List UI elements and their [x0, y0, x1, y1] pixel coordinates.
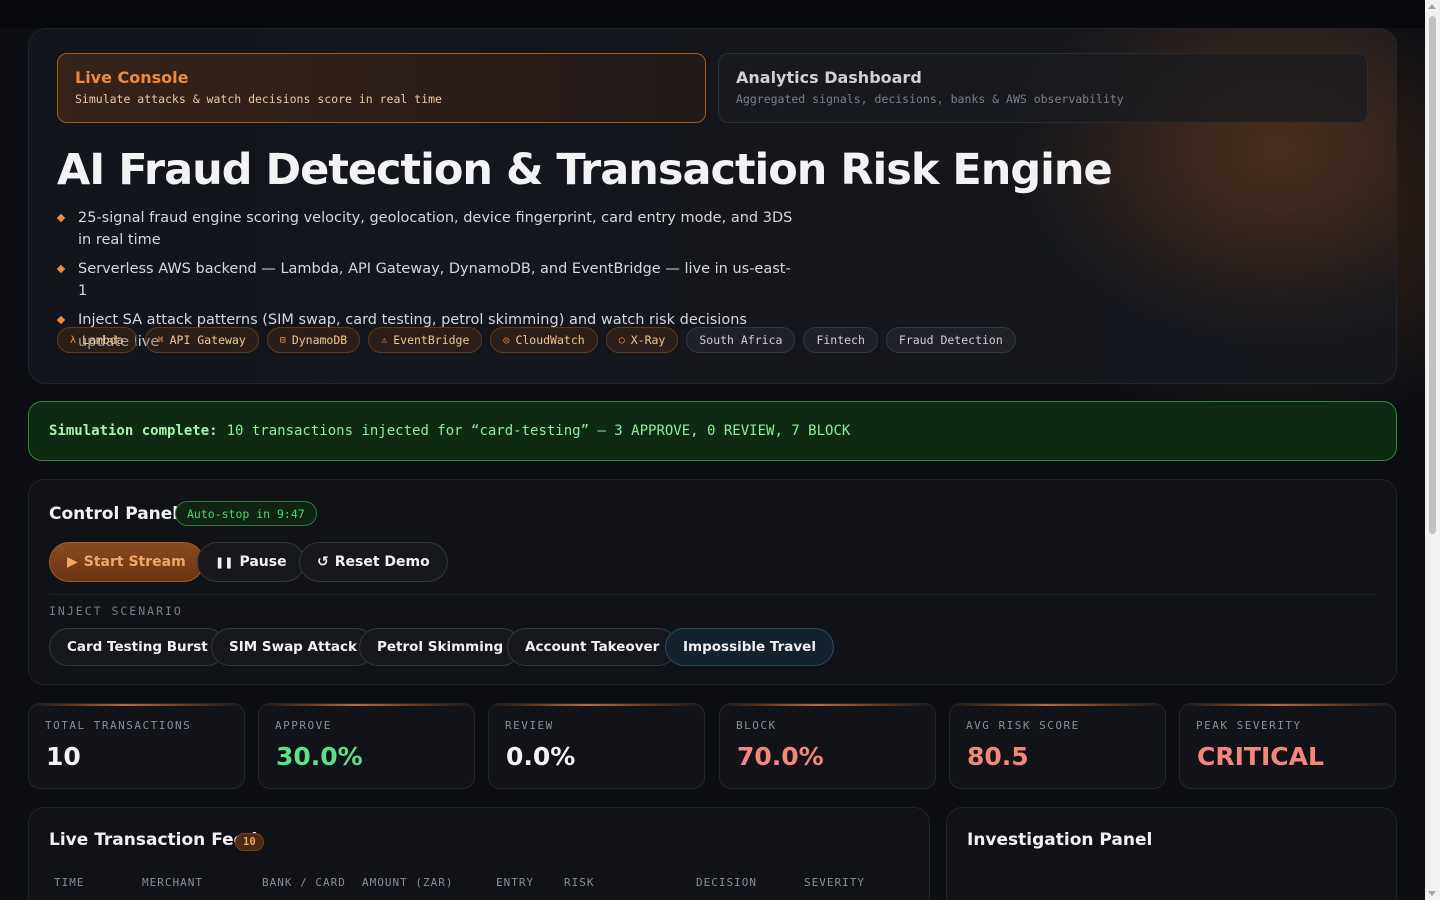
page-title: AI Fraud Detection & Transaction Risk En… [57, 145, 1113, 195]
scenario-impossible-travel-button[interactable]: Impossible Travel [665, 628, 834, 666]
page: Live Console Simulate attacks & watch de… [0, 28, 1425, 900]
stat-label: TOTAL TRANSACTIONS [45, 719, 192, 732]
tab-analytics-dashboard[interactable]: Analytics Dashboard Aggregated signals, … [718, 53, 1368, 123]
stat-value: 30.0% [276, 742, 363, 771]
stat-label: PEAK SEVERITY [1196, 719, 1302, 732]
column-header-risk[interactable]: RISK [564, 876, 595, 889]
tab-live-title: Live Console [75, 68, 189, 87]
database-icon: ⊟ [279, 334, 286, 346]
xray-icon: ○ [618, 334, 625, 346]
stat-avg-risk-score: AVG RISK SCORE 80.5 [949, 703, 1166, 789]
reset-demo-label: Reset Demo [334, 554, 430, 570]
stat-peak-severity: PEAK SEVERITY CRITICAL [1179, 703, 1396, 789]
stat-review: REVIEW 0.0% [488, 703, 705, 789]
divider [49, 594, 1378, 595]
stat-label: REVIEW [505, 719, 554, 732]
page-scrollbar[interactable] [1425, 0, 1440, 900]
banner-message: 10 transactions injected for “card-testi… [226, 423, 851, 439]
stat-label: APPROVE [275, 719, 332, 732]
start-stream-label: Start Stream [83, 554, 186, 570]
column-header-severity[interactable]: SEVERITY [804, 876, 865, 889]
stat-total-transactions: TOTAL TRANSACTIONS 10 [28, 703, 245, 789]
column-header-decision[interactable]: DECISION [696, 876, 757, 889]
scenario-card-testing-button[interactable]: Card Testing Burst [49, 628, 226, 666]
stat-label: BLOCK [736, 719, 777, 732]
stat-block: BLOCK 70.0% [719, 703, 936, 789]
control-panel-title: Control Panel [49, 504, 179, 524]
scenario-account-takeover-button[interactable]: Account Takeover [507, 628, 678, 666]
tag-label: API Gateway [169, 333, 246, 347]
reset-icon: ↺ [317, 554, 329, 570]
eventbridge-icon: ⚠ [381, 334, 388, 346]
tag-lambda: λ Lambda [57, 327, 137, 353]
tag-label: DynamoDB [291, 333, 348, 347]
hero-panel: Live Console Simulate attacks & watch de… [28, 28, 1397, 384]
investigation-panel: Investigation Panel [946, 807, 1397, 900]
stat-value: CRITICAL [1197, 742, 1324, 771]
tab-analytics-subtitle: Aggregated signals, decisions, banks & A… [736, 92, 1124, 106]
tag-xray: ○ X-Ray [605, 327, 679, 353]
reset-demo-button[interactable]: ↺ Reset Demo [299, 542, 448, 582]
scenario-sim-swap-button[interactable]: SIM Swap Attack [211, 628, 375, 666]
stat-value: 70.0% [737, 742, 824, 771]
tag-south-africa: South Africa [686, 327, 796, 353]
scrollbar-thumb[interactable] [1429, 16, 1436, 534]
api-gateway-icon: ⌘ [157, 334, 164, 346]
cloudwatch-icon: ◎ [503, 334, 510, 346]
tag-label: X-Ray [630, 333, 666, 347]
investigation-panel-title: Investigation Panel [967, 830, 1153, 850]
column-header-time[interactable]: TIME [54, 876, 85, 889]
column-header-bank-card[interactable]: BANK / CARD [262, 876, 346, 889]
tab-live-console[interactable]: Live Console Simulate attacks & watch de… [57, 53, 706, 123]
control-panel: Control Panel Auto-stop in 9:47 ▶ Start … [28, 479, 1397, 685]
scroll-down-icon[interactable] [1428, 891, 1436, 896]
lambda-icon: λ [70, 334, 77, 346]
tech-tags: λ Lambda ⌘ API Gateway ⊟ DynamoDB ⚠ EventBri… [57, 327, 1016, 353]
simulation-status-banner: Simulation complete: 10 transactions inj… [28, 401, 1397, 461]
feature-item: Serverless AWS backend — Lambda, API Gat… [57, 258, 797, 302]
inject-scenario-label: INJECT SCENARIO [49, 604, 183, 618]
column-header-merchant[interactable]: MERCHANT [142, 876, 203, 889]
tag-fintech: Fintech [803, 327, 878, 353]
tag-label: Lambda [82, 333, 124, 347]
tab-analytics-title: Analytics Dashboard [736, 68, 922, 87]
banner-heading: Simulation complete: [49, 423, 218, 439]
stat-value: 0.0% [506, 742, 576, 771]
tag-label: CloudWatch [515, 333, 585, 347]
start-stream-button[interactable]: ▶ Start Stream [49, 542, 204, 582]
tag-eventbridge: ⚠ EventBridge [368, 327, 483, 353]
column-header-amount[interactable]: AMOUNT (ZAR) [362, 876, 453, 889]
pause-label: Pause [239, 554, 287, 570]
stat-value: 80.5 [967, 742, 1029, 771]
live-transaction-feed: Live Transaction Feed 10 TIME MERCHANT B… [28, 807, 930, 900]
pause-icon: ❚❚ [215, 555, 234, 569]
stat-value: 10 [46, 742, 81, 771]
stat-approve: APPROVE 30.0% [258, 703, 475, 789]
tag-cloudwatch: ◎ CloudWatch [490, 327, 598, 353]
tag-api-gateway: ⌘ API Gateway [144, 327, 259, 353]
feed-title: Live Transaction Feed [49, 830, 258, 850]
pause-button[interactable]: ❚❚ Pause [197, 542, 305, 582]
tag-label: EventBridge [393, 333, 470, 347]
tag-dynamodb: ⊟ DynamoDB [266, 327, 361, 353]
tag-fraud-detection: Fraud Detection [885, 327, 1016, 353]
scroll-up-icon[interactable] [1428, 4, 1436, 9]
stat-label: AVG RISK SCORE [966, 719, 1080, 732]
play-icon: ▶ [67, 554, 78, 570]
tab-live-subtitle: Simulate attacks & watch decisions score… [75, 92, 442, 106]
column-header-entry[interactable]: ENTRY [496, 876, 534, 889]
scenario-petrol-skimming-button[interactable]: Petrol Skimming [359, 628, 522, 666]
browser-top-bar [0, 0, 1425, 28]
feature-item: 25-signal fraud engine scoring velocity,… [57, 207, 797, 251]
autostop-badge: Auto-stop in 9:47 [175, 501, 317, 526]
feed-count-badge: 10 [235, 833, 264, 851]
